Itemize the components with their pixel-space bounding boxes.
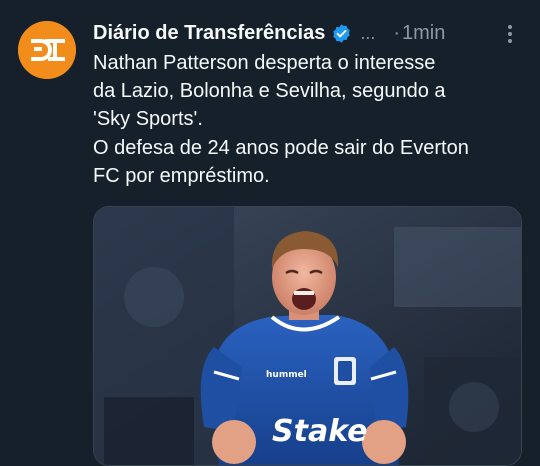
tweet-text-line: O defesa de 24 anos pode sair do Everton bbox=[93, 136, 469, 159]
dot bbox=[508, 25, 512, 29]
player-photo: hummel Stake bbox=[94, 207, 521, 465]
tweet-card[interactable]: Diário de Transferências ... · 1min Nath… bbox=[0, 0, 540, 466]
account-name[interactable]: Diário de Transferências bbox=[93, 19, 325, 47]
dt-logo-icon bbox=[18, 21, 76, 79]
tweet-text: Nathan Patterson desperta o interesse da… bbox=[93, 49, 533, 190]
tweet-text-line: FC por empréstimo. bbox=[93, 164, 270, 187]
dot bbox=[508, 32, 512, 36]
separator-dot: · bbox=[393, 22, 401, 44]
avatar[interactable] bbox=[18, 21, 76, 79]
tweet-header: Diário de Transferências ... · 1min bbox=[93, 19, 445, 47]
kit-maker-label: hummel bbox=[266, 370, 307, 380]
truncation-ellipsis: ... bbox=[360, 23, 376, 43]
more-options-icon[interactable] bbox=[497, 20, 523, 48]
tweet-text-line: da Lazio, Bolonha e Sevilha, segundo a bbox=[93, 80, 446, 103]
dot bbox=[508, 39, 512, 43]
tweet-text-line: 'Sky Sports'. bbox=[93, 108, 203, 131]
timestamp[interactable]: 1min bbox=[402, 19, 445, 47]
tweet-photo[interactable]: hummel Stake bbox=[93, 206, 522, 466]
verified-badge-icon[interactable] bbox=[331, 23, 352, 44]
shirt-sponsor-label: Stake bbox=[272, 414, 367, 449]
tweet-text-line: Nathan Patterson desperta o interesse bbox=[93, 52, 436, 74]
